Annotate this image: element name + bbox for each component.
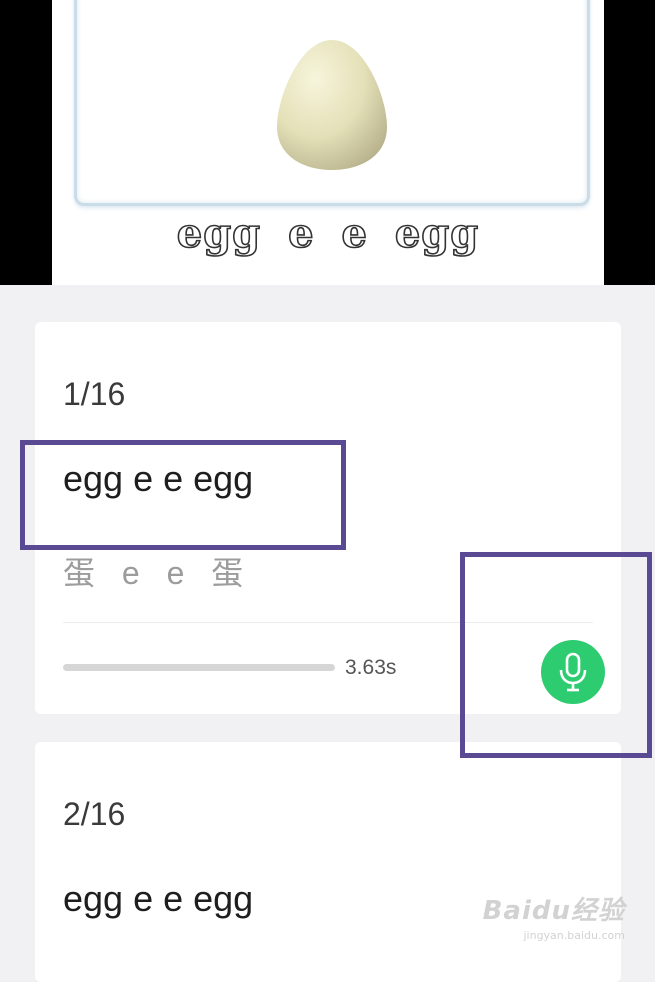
watermark-logo: Baidu经验 bbox=[482, 896, 625, 926]
microphone-icon bbox=[559, 652, 587, 692]
sentence-card[interactable]: 2/16 egg e e egg bbox=[35, 742, 621, 982]
video-player[interactable]: egg e e egg bbox=[0, 0, 655, 285]
playback-progress-bar[interactable] bbox=[63, 664, 335, 671]
sentence-counter: 2/16 bbox=[63, 796, 126, 832]
sentence-counter: 1/16 bbox=[63, 376, 126, 412]
video-caption: egg e e egg bbox=[176, 209, 480, 258]
card-divider bbox=[63, 622, 593, 623]
video-frame: egg e e egg bbox=[52, 0, 604, 285]
sentence-text: egg e e egg bbox=[63, 878, 254, 919]
sentence-translation: 蛋 e e 蛋 bbox=[63, 555, 246, 591]
sentence-card[interactable]: 1/16 egg e e egg 蛋 e e 蛋 3.63s bbox=[35, 322, 621, 714]
sentence-text: egg e e egg bbox=[63, 458, 254, 499]
egg-image bbox=[277, 40, 387, 170]
watermark-url: jingyan.baidu.com bbox=[523, 929, 625, 942]
audio-duration: 3.63s bbox=[345, 656, 397, 679]
record-button[interactable] bbox=[541, 640, 605, 704]
watermark: Baidu经验 jingyan.baidu.com bbox=[483, 890, 625, 942]
picture-card bbox=[74, 0, 590, 206]
